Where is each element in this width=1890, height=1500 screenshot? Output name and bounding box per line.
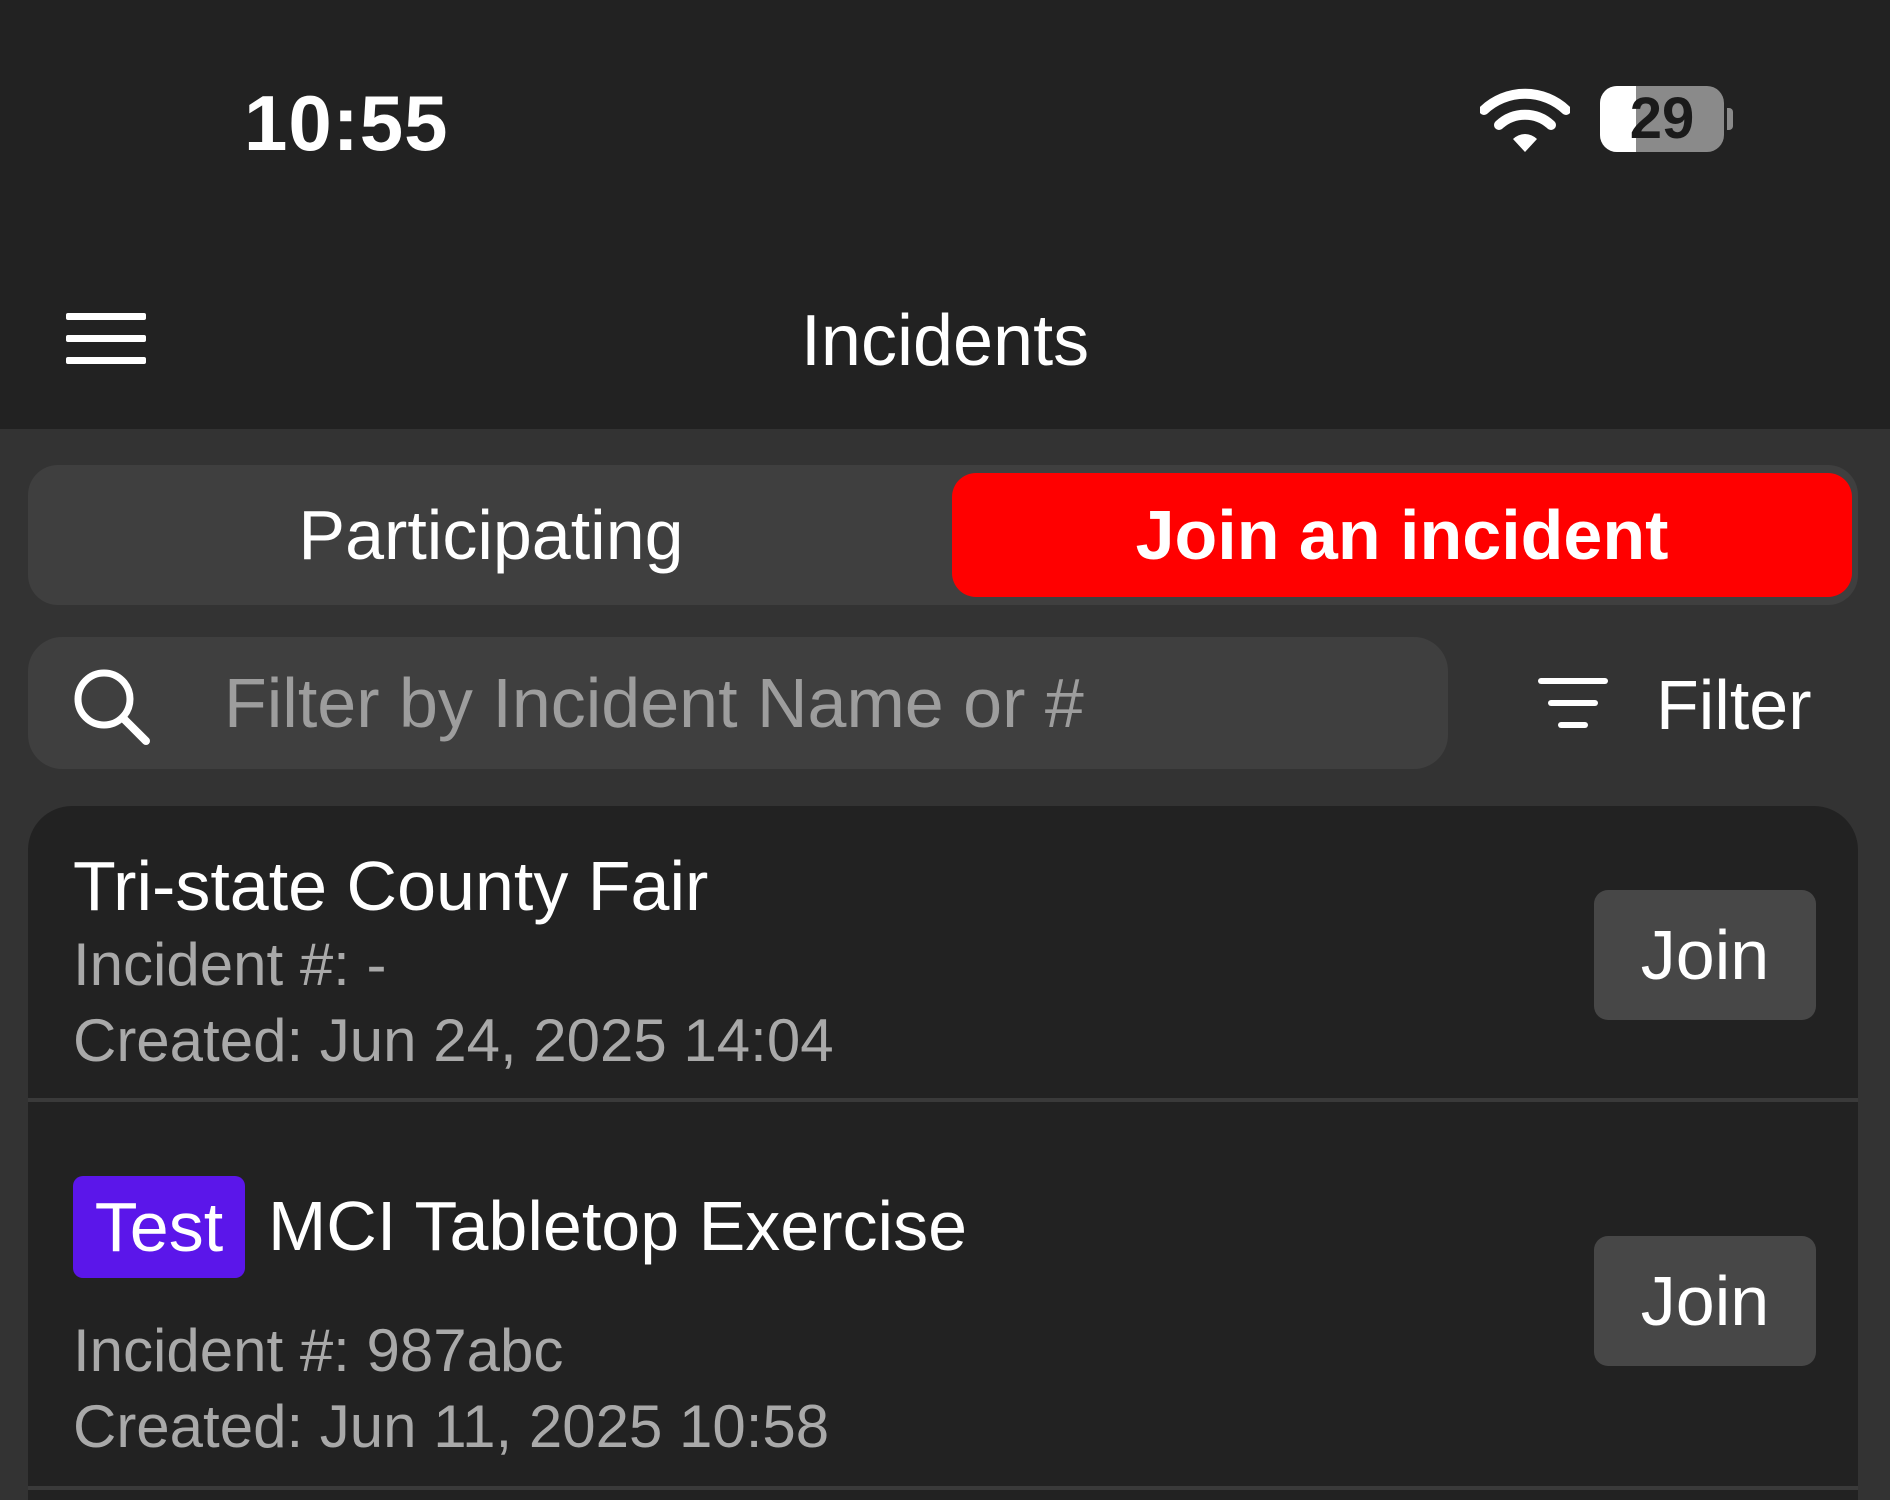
join-button[interactable]: Join [1594,890,1816,1020]
incident-number: Incident #: 987abc [73,1317,564,1384]
page-title: Incidents [800,301,1090,381]
incident-tabs: Participating Join an incident [28,465,1858,605]
tab-participating[interactable]: Participating [28,465,954,605]
incident-number: Incident #: - [73,931,387,998]
incident-name: MCI Tabletop Exercise [268,1187,968,1265]
incident-created: Created: Jun 11, 2025 10:58 [73,1393,830,1460]
incident-list: Tri-state County Fair Incident #: - Crea… [28,806,1858,1500]
app-header: 10:55 29 Incidents [0,0,1890,429]
battery-tip [1727,108,1733,130]
list-item: Test MCI Tabletop Exercise Incident #: 9… [28,1106,1858,1490]
search-bar [28,637,1448,769]
tab-join-an-incident[interactable]: Join an incident [952,473,1852,597]
battery-body: 29 [1600,86,1724,152]
filter-lines-icon [1538,678,1614,732]
filter-button[interactable]: Filter [1530,660,1850,750]
search-icon [74,669,150,745]
incidents-screen: 10:55 29 Incidents Participating Join an… [0,0,1890,1500]
search-input[interactable] [224,637,1424,769]
wifi-icon [1480,88,1570,152]
battery-icon: 29 [1600,86,1733,152]
battery-level: 29 [1629,86,1695,151]
status-time: 10:55 [244,79,449,167]
join-button[interactable]: Join [1594,1236,1816,1366]
incident-name: Tri-state County Fair [73,847,709,925]
filter-label: Filter [1656,666,1812,744]
status-badge: Test [73,1176,245,1278]
incident-created: Created: Jun 24, 2025 14:04 [73,1007,834,1074]
list-item: Tri-state County Fair Incident #: - Crea… [28,806,1858,1102]
